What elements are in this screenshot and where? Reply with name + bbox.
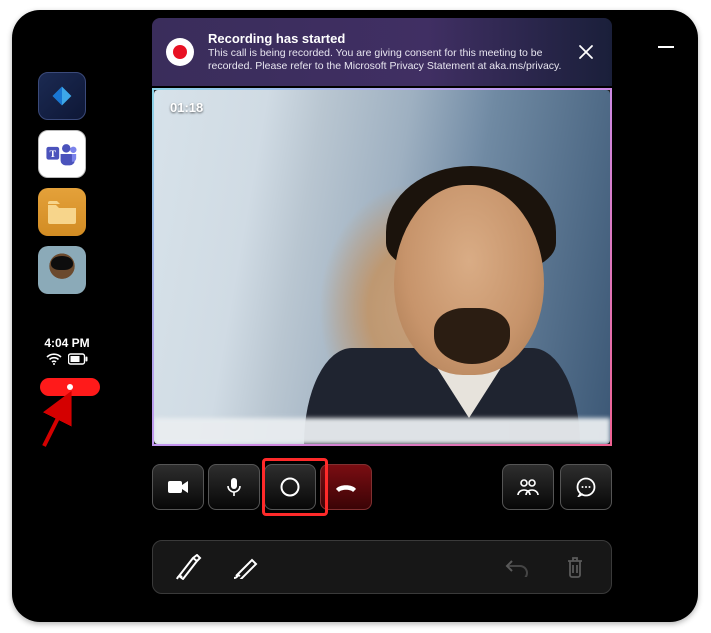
call-timer: 01:18 [170,100,203,115]
app-sidebar: T [38,72,96,304]
hangup-button[interactable] [320,464,372,510]
undo-button[interactable] [499,549,535,585]
hangup-icon [334,480,358,494]
power-icon [47,81,77,111]
files-app-tile[interactable] [38,188,86,236]
wifi-icon [46,353,62,365]
stylus-icon [175,554,203,580]
banner-subtitle: This call is being recorded. You are giv… [208,47,574,73]
record-dot-icon [166,38,194,66]
battery-icon [68,353,88,365]
clock-label: 4:04 PM [32,336,102,350]
pen-tool-button[interactable] [229,549,265,585]
close-icon [578,44,594,60]
mic-button[interactable] [208,464,260,510]
video-feed[interactable]: 01:18 [152,88,612,446]
camera-icon [167,479,189,495]
mic-icon [226,477,242,497]
banner-close-button[interactable] [574,40,598,64]
teams-icon: T [45,141,79,167]
undo-icon [505,557,529,577]
drawing-toolbar [152,540,612,594]
avatar-icon [38,246,86,294]
contact-avatar-tile[interactable] [38,246,86,294]
banner-title: Recording has started [208,31,574,47]
recording-indicator-pill[interactable] [40,378,100,396]
camera-button[interactable] [152,464,204,510]
trash-button[interactable] [557,549,593,585]
stylus-tool-button[interactable] [171,549,207,585]
people-button[interactable] [502,464,554,510]
trash-icon [565,556,585,578]
status-area: 4:04 PM [32,336,102,365]
svg-text:T: T [49,149,56,160]
teams-app-tile[interactable]: T [38,130,86,178]
folder-icon [46,199,78,225]
chat-button[interactable] [560,464,612,510]
call-controls [152,460,612,514]
participant-name-plate [154,418,610,444]
power-app-tile[interactable] [38,72,86,120]
people-icon [517,478,539,496]
pen-icon [233,555,261,579]
device-frame: T 4:04 PM [12,10,698,622]
chat-icon [576,477,596,497]
record-circle-icon [280,477,300,497]
annotation-arrow [38,390,78,450]
record-button[interactable] [264,464,316,510]
participant-beard [434,308,510,364]
recording-banner: Recording has started This call is being… [152,18,612,86]
minimize-button[interactable] [658,46,674,48]
